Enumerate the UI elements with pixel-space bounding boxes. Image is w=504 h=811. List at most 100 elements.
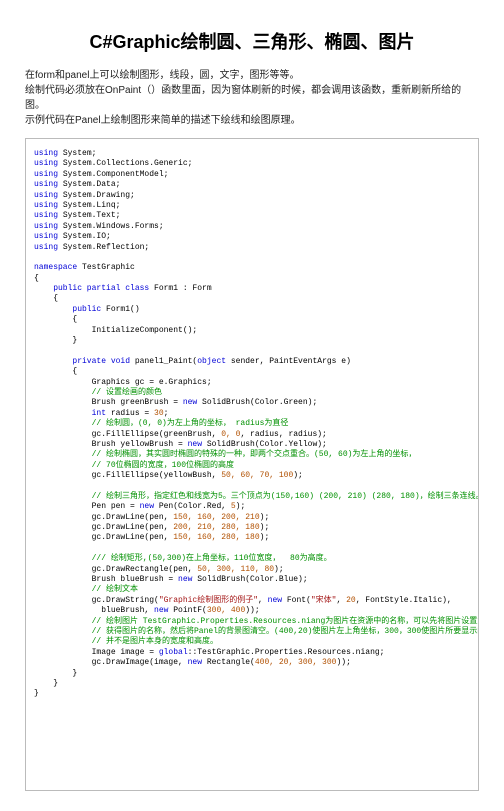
comment: // 70位椭圆的宽度，100位椭圆的高度	[92, 461, 234, 470]
code-line: gc.DrawLine(pen,	[92, 523, 174, 532]
code-line: gc.FillEllipse(yellowBush,	[92, 471, 222, 480]
comment: // 并不是图片本身的宽度和高度。	[92, 637, 218, 646]
code-text: System.IO;	[63, 232, 111, 241]
kw-new: new	[140, 502, 154, 511]
comment: /// 绘制矩形,(50,300)在上角坐标，110位宽度， 80为高度。	[92, 554, 332, 563]
code-line: ,	[258, 596, 268, 605]
code-text: System.Data;	[63, 180, 121, 189]
code-line: Rectangle(	[202, 658, 255, 667]
code-line: ));	[245, 606, 259, 615]
comment: // 获得图片的名称，然后将Panel的背景图清空。(400,20)使图片左上角…	[92, 627, 479, 636]
code-line: Graphics gc = e.Graphics;	[92, 378, 212, 387]
comment: // 绘制文本	[92, 585, 138, 594]
code-text: System;	[63, 149, 97, 158]
code-line: gc.DrawLine(pen,	[92, 513, 174, 522]
num: 150, 160, 280, 180	[173, 533, 259, 542]
code-text: System.Reflection;	[63, 243, 149, 252]
code-line: gc.DrawLine(pen,	[92, 533, 174, 542]
comment: // 绘制图片 TestGraphic.Properties.Resources…	[92, 617, 479, 626]
intro-line: 绘制代码必须放在OnPaint（）函数里面，因为窗体刷新的时候，都会调用该函数，…	[25, 83, 479, 113]
code-line: ,	[336, 596, 346, 605]
code-line: ::TestGraphic.Properties.Resources.niang…	[188, 648, 385, 657]
kw-int: int	[92, 409, 106, 418]
kw-global: global	[159, 648, 188, 657]
class-mods: public partial class	[53, 284, 149, 293]
comment: // 绘制椭圆，其实圆时椭圆的特殊的一种，即两个交点重合。(50, 60)为左上…	[92, 450, 417, 459]
code-line: );	[236, 502, 246, 511]
paint-mods: private void	[72, 357, 130, 366]
code-line: Brush yellowBrush =	[92, 440, 188, 449]
kw-using: using	[34, 211, 63, 220]
code-line: gc.FillEllipse(greenBrush,	[92, 430, 222, 439]
code-line: ));	[336, 658, 350, 667]
num: 300, 400	[207, 606, 245, 615]
kw-using: using	[34, 149, 63, 158]
num: 20	[346, 596, 356, 605]
code-line: );	[260, 513, 270, 522]
code-line: PointF(	[168, 606, 206, 615]
kw-new: new	[188, 440, 202, 449]
kw-using: using	[34, 191, 63, 200]
kw-using: using	[34, 170, 63, 179]
num: 50, 60, 70, 100	[221, 471, 293, 480]
ctor-mods: public	[72, 305, 101, 314]
paint-rest: sender, PaintEventArgs e)	[226, 357, 351, 366]
code-text: System.Windows.Forms;	[63, 222, 164, 231]
comment: // 绘制三角形，指定红色和线宽为5。三个顶点为(150,160) (200, …	[92, 492, 479, 501]
ctor-body: InitializeComponent();	[92, 326, 198, 335]
code-line: Brush greenBrush =	[92, 398, 183, 407]
kw-new: new	[178, 575, 192, 584]
num: 30	[154, 409, 164, 418]
ctor-name: Form1()	[101, 305, 139, 314]
comment: // 绘制圆，(0, 0)为左上角的坐标， radius为直径	[92, 419, 289, 428]
code-line: gc.DrawString(	[92, 596, 159, 605]
code-text: System.Linq;	[63, 201, 121, 210]
code-line: );	[293, 471, 303, 480]
kw-namespace: namespace	[34, 263, 77, 272]
code-line: Font(	[282, 596, 311, 605]
code-line: gc.DrawRectangle(pen,	[92, 565, 198, 574]
num: 50, 300, 110, 80	[197, 565, 274, 574]
num: 0, 0	[221, 430, 240, 439]
kw-object: object	[197, 357, 226, 366]
kw-using: using	[34, 222, 63, 231]
page-title: C#Graphic绘制圆、三角形、椭圆、图片	[25, 28, 479, 54]
code-line: SolidBrush(Color.Green);	[197, 398, 317, 407]
class-name: Form1 : Form	[149, 284, 211, 293]
code-line: ;	[164, 409, 169, 418]
intro-line: 在form和panel上可以绘制图形，线段，圆，文字，图形等等。	[25, 68, 479, 83]
code-line: Image image =	[92, 648, 159, 657]
code-line: );	[260, 533, 270, 542]
code-text: System.ComponentModel;	[63, 170, 169, 179]
num: 400, 20, 300, 300	[255, 658, 337, 667]
intro-text: 在form和panel上可以绘制图形，线段，圆，文字，图形等等。 绘制代码必须放…	[25, 68, 479, 128]
code-line: gc.DrawImage(image,	[92, 658, 188, 667]
kw-using: using	[34, 159, 63, 168]
code-line: Pen(Color.Red,	[154, 502, 231, 511]
kw-new: new	[268, 596, 282, 605]
paint-name: panel1_Paint(	[130, 357, 197, 366]
comment: // 设置绘画的颜色	[92, 388, 162, 397]
intro-line: 示例代码在Panel上绘制图形来简单的描述下绘线和绘图原理。	[25, 113, 479, 128]
namespace-name: TestGraphic	[77, 263, 135, 272]
code-line: SolidBrush(Color.Blue);	[192, 575, 307, 584]
code-text: System.Collections.Generic;	[63, 159, 193, 168]
code-line: );	[260, 523, 270, 532]
kw-using: using	[34, 243, 63, 252]
code-line: , FontStyle.Italic),	[356, 596, 452, 605]
kw-new: new	[183, 398, 197, 407]
code-text: System.Text;	[63, 211, 121, 220]
code-line: , radius, radius);	[240, 430, 326, 439]
code-line: Pen pen =	[92, 502, 140, 511]
num: 200, 210, 280, 180	[173, 523, 259, 532]
kw-using: using	[34, 180, 63, 189]
code-line: SolidBrush(Color.Yellow);	[202, 440, 327, 449]
kw-using: using	[34, 201, 63, 210]
code-text: System.Drawing;	[63, 191, 135, 200]
code-block: using System; using System.Collections.G…	[25, 138, 479, 791]
code-line: blueBrush,	[92, 606, 154, 615]
code-line: Brush blueBrush =	[92, 575, 178, 584]
string: "宋体"	[311, 596, 337, 605]
code-line: radius =	[106, 409, 154, 418]
kw-using: using	[34, 232, 63, 241]
